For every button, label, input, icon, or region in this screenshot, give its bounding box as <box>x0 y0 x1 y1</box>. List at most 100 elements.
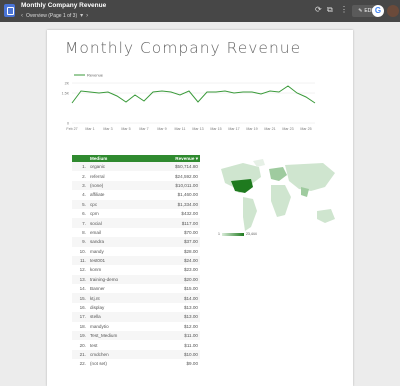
africa-region <box>271 185 291 217</box>
pencil-icon: ✎ <box>358 8 363 14</box>
medium-cell: organic <box>90 164 106 170</box>
greenland-region <box>253 159 265 167</box>
column-header-revenue[interactable]: Revenue ▾ <box>162 156 200 162</box>
europe-region <box>269 167 287 181</box>
table-row: 1. organic $50,714.80 <box>72 162 200 172</box>
table-row: 4. affiliate $1,460.00 <box>72 190 200 199</box>
x-tick-label: Mar 13 <box>192 127 203 131</box>
revenue-cell: $24,592.00 <box>175 173 198 179</box>
row-index: 16. <box>79 305 86 311</box>
medium-cell: ktj.nt <box>90 295 100 301</box>
revenue-series-line <box>71 85 316 104</box>
x-tick-label: Mar 21 <box>264 127 275 131</box>
table-row: 9. sandra $37.00 <box>72 237 200 247</box>
chevron-down-icon[interactable]: ▾ <box>80 12 83 19</box>
revenue-cell: $24.00 <box>183 258 198 264</box>
revenue-cell: $10.00 <box>183 352 198 357</box>
table-row: 19. Test_Medium $11.00 <box>72 331 200 341</box>
x-tick-label: Mar 5 <box>121 127 130 131</box>
revenue-cell: $9.00 <box>186 361 199 367</box>
row-index: 21. <box>79 352 86 357</box>
x-tick-label: Mar 1 <box>85 127 94 131</box>
chevron-right-icon[interactable]: › <box>86 13 88 19</box>
row-index: 8. <box>82 229 86 235</box>
row-index: 11. <box>79 258 86 264</box>
medium-cell: stella <box>90 314 101 320</box>
medium-cell: Banner <box>90 286 105 292</box>
revenue-cell: $14.00 <box>183 295 198 301</box>
column-header-medium[interactable]: Medium <box>88 156 162 161</box>
medium-cell: Test_Medium <box>90 333 118 339</box>
australia-region <box>317 209 335 223</box>
revenue-cell: $28.00 <box>183 248 198 254</box>
x-tick-label: Mar 17 <box>228 127 239 131</box>
row-index: 7. <box>82 220 86 226</box>
row-index: 18. <box>79 323 86 329</box>
row-index: 19. <box>79 333 86 339</box>
medium-cell: email <box>90 229 101 235</box>
medium-cell: test001 <box>90 258 106 264</box>
x-tick-label: Mar 7 <box>139 127 148 131</box>
usa-region <box>231 179 253 193</box>
medium-cell: referral <box>90 173 105 179</box>
row-index: 12. <box>79 267 86 273</box>
table-row: 15. ktj.nt $14.00 <box>72 293 200 303</box>
medium-cell: affiliate <box>90 192 105 198</box>
row-index: 4. <box>82 192 86 198</box>
row-index: 3. <box>82 182 86 188</box>
medium-revenue-table: Medium Revenue ▾ 1. organic $50,714.80 2. re… <box>72 155 200 369</box>
table-row: 16. display $13.00 <box>72 303 200 312</box>
table-row: 13. training-demo $20.00 <box>72 274 200 285</box>
row-index: 9. <box>82 239 86 245</box>
report-page: Monthly Company Revenue Revenue 2K 1.5K 0 Fe… <box>47 30 353 386</box>
avatar[interactable] <box>387 5 399 17</box>
y-tick-label: 1.5K <box>62 91 70 95</box>
table-row: 7. social $117.00 <box>72 218 200 228</box>
table-row: 17. stella $13.00 <box>72 312 200 322</box>
map-legend-gradient <box>221 232 244 236</box>
row-index: 1. <box>82 164 86 170</box>
table-row: 12. konm $23.00 <box>72 265 200 274</box>
row-index: 10. <box>79 248 86 254</box>
revenue-cell: $11.00 <box>184 333 198 339</box>
medium-cell: (not set) <box>90 361 107 367</box>
page-navigator[interactable]: ‹ Overview (Page 1 of 3) ▾ › <box>21 12 88 20</box>
legend-label: Revenue <box>87 73 104 78</box>
x-tick-label: Mar 19 <box>246 127 257 131</box>
chevron-left-icon[interactable]: ‹ <box>21 13 23 19</box>
google-apps-icon[interactable]: G <box>372 5 384 17</box>
refresh-icon[interactable]: ⟳ <box>315 6 322 14</box>
table-row: 3. (none) $10,011.00 <box>72 180 200 191</box>
revenue-cell: $20.00 <box>183 276 198 282</box>
row-index: 17. <box>79 314 86 320</box>
table-row: 14. Banner $15.00 <box>72 284 200 293</box>
revenue-cell: $23.00 <box>183 267 198 273</box>
revenue-cell: $10,011.00 <box>175 182 198 188</box>
table-row: 21. cmdchen $10.00 <box>72 349 200 360</box>
revenue-cell: $11.00 <box>184 342 198 348</box>
report-name[interactable]: Monthly Company Revenue <box>21 2 106 9</box>
revenue-line-chart: Revenue 2K 1.5K 0 Feb 27 Mar 1 Mar 3 Mar 5 Mar 7… <box>62 73 316 131</box>
map-legend: 1 23,444 <box>218 232 257 236</box>
more-vert-icon[interactable]: ⋮ <box>340 6 348 14</box>
copy-icon[interactable]: ⧉ <box>327 6 333 14</box>
row-index: 22. <box>79 361 86 367</box>
table-row: 6. cpm $432.00 <box>72 209 200 218</box>
table-body: 1. organic $50,714.80 2. referral $24,592.00 3… <box>72 162 200 369</box>
revenue-cell: $1,334.00 <box>177 201 198 207</box>
medium-cell: display <box>90 305 105 311</box>
data-studio-logo-icon <box>4 4 15 17</box>
revenue-cell: $1,460.00 <box>177 192 198 198</box>
page-label[interactable]: Overview (Page 1 of 3) <box>26 13 77 19</box>
table-header: Medium Revenue ▾ <box>72 155 200 162</box>
row-index: 14. <box>79 286 86 292</box>
page-title: Monthly Company Revenue <box>65 39 302 57</box>
asia-region <box>285 163 335 191</box>
x-tick-label: Mar 11 <box>175 127 186 131</box>
medium-cell: social <box>90 220 102 226</box>
x-tick-label: Mar 9 <box>157 127 166 131</box>
medium-cell: mandy <box>90 248 104 254</box>
revenue-cell: $432.00 <box>181 211 198 217</box>
x-tick-label: Feb 27 <box>66 127 77 131</box>
y-tick-label: 0 <box>67 121 69 125</box>
